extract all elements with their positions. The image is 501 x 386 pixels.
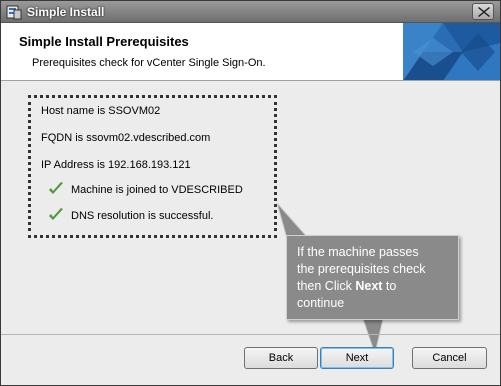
close-button[interactable] (472, 3, 494, 20)
check-item-fqdn: FQDN is ssovm02.vdescribed.com (41, 132, 211, 144)
callout-line: If the machine passes (297, 245, 419, 259)
callout-line: then Click (297, 279, 356, 293)
check-item-hostname: Host name is SSOVM02 (41, 105, 161, 117)
footer-divider (1, 334, 500, 335)
callout-line: to (382, 279, 397, 293)
instruction-callout: If the machine passes the prerequisites … (286, 235, 459, 320)
wizard-header: Simple Install Prerequisites Prerequisit… (1, 23, 500, 81)
cancel-button[interactable]: Cancel (412, 347, 487, 369)
page-subtitle: Prerequisites check for vCenter Single S… (32, 57, 266, 69)
vmware-banner-graphic (403, 23, 500, 80)
check-item-dns: DNS resolution is successful. (71, 210, 214, 222)
next-button[interactable]: Next (320, 347, 394, 369)
callout-emphasis: Next (355, 279, 383, 293)
check-item-ip: IP Address is 192.168.193.121 (41, 159, 191, 171)
check-passed-icon (48, 182, 64, 196)
window-title: Simple Install (27, 5, 105, 19)
back-button[interactable]: Back (244, 347, 318, 369)
installer-app-icon (6, 4, 22, 20)
callout-line: continue (297, 296, 345, 310)
callout-text: If the machine passes the prerequisites … (297, 244, 457, 312)
close-icon (478, 7, 490, 17)
page-title: Simple Install Prerequisites (19, 34, 189, 49)
check-item-domain: Machine is joined to VDESCRIBED (71, 184, 243, 196)
installer-window: Simple Install Simple Install Prerequisi… (0, 0, 501, 386)
title-bar[interactable]: Simple Install (1, 1, 500, 23)
check-passed-icon (48, 208, 64, 222)
callout-line: the prerequisites check (297, 262, 426, 276)
